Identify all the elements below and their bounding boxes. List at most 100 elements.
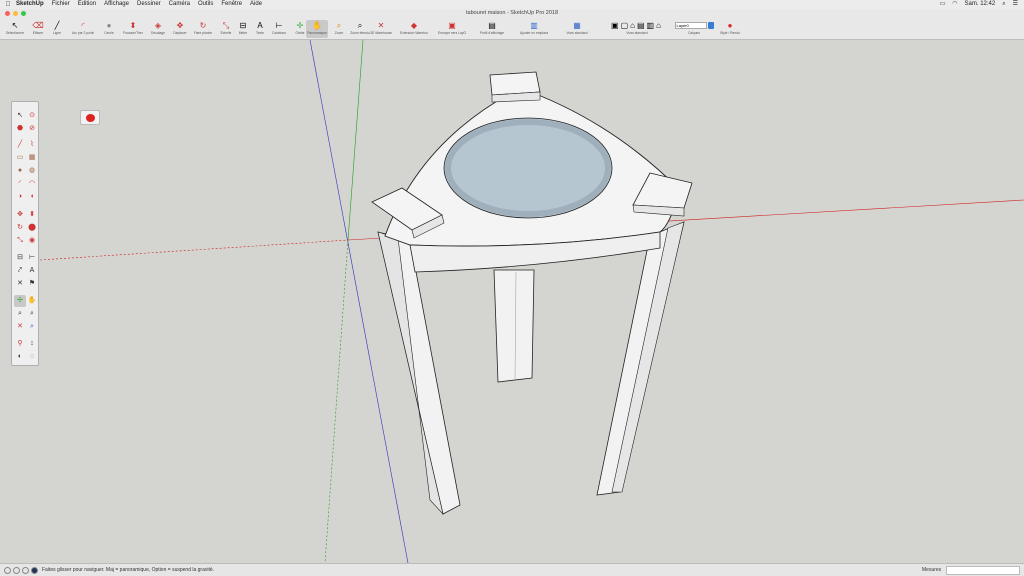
style-icon: ● xyxy=(727,21,733,30)
seat-hole[interactable] xyxy=(443,117,613,219)
geo-location-icon[interactable] xyxy=(4,567,11,574)
three-point-arc-icon[interactable]: ◑ xyxy=(14,191,26,203)
offset-icon[interactable]: ◉ xyxy=(26,235,38,247)
menu-affichage[interactable]: Affichage xyxy=(104,0,129,9)
clock[interactable]: Sam. 12:42 xyxy=(965,0,996,9)
tape-measure-icon[interactable]: ⊟ xyxy=(14,252,26,264)
paint-bucket-icon[interactable]: ⬣ xyxy=(14,123,26,135)
main-toolbar: ↖ Sélectionner ⌫ Effacer ╱ Ligne ◜ Arc par 2… xyxy=(0,19,1024,40)
component-icon[interactable]: ⊙ xyxy=(26,110,38,122)
pan-tool-button[interactable]: ✋ Panoramique xyxy=(306,20,328,38)
position-camera-icon[interactable]: ⚲ xyxy=(14,338,26,350)
warehouse-icon: ◆ xyxy=(410,21,418,30)
rotate-icon[interactable]: ↻ xyxy=(14,222,26,234)
large-tool-set: ↖ ⊙ ⬣ ⊘ ╱ ⌇ ▭ ▦ ● ◍ ◜ ◠ ◑ ◖ ✥ ⬍ ↻ ⬤ ⤡ ◉ … xyxy=(11,101,39,366)
instructor-icon[interactable] xyxy=(31,567,38,574)
3d-warehouse-button[interactable]: ◆Extension Warehouse xyxy=(400,20,428,38)
eraser-icon[interactable]: ⊘ xyxy=(26,123,38,135)
circle-tool-button[interactable]: ● Cercle xyxy=(98,20,120,38)
spotlight-search-icon[interactable]: ⌕ xyxy=(1002,0,1005,9)
style-dot-icon xyxy=(86,114,95,122)
measurements-input[interactable] xyxy=(946,566,1020,575)
zoom-window-icon[interactable]: ⌕ xyxy=(26,308,38,320)
measurements-label: Mesures xyxy=(922,567,942,573)
style-button[interactable]: ● Style / Rendu xyxy=(718,20,742,38)
scale-icon[interactable]: ⤡ xyxy=(14,235,26,247)
send-to-layout-button[interactable]: ▤ Profil d'affichage xyxy=(478,20,506,38)
move-icon[interactable]: ✥ xyxy=(14,209,26,221)
circle-icon[interactable]: ● xyxy=(14,165,26,177)
dimension-icon[interactable]: ⊢ xyxy=(26,252,38,264)
arc-tool-button[interactable]: ◜ Arc par 2 points xyxy=(72,20,94,38)
zoom-icon: ⌕ xyxy=(336,21,342,30)
follow-me-icon[interactable]: ⬤ xyxy=(26,222,38,234)
display-icon[interactable]: ▭ xyxy=(940,0,946,9)
section-plane-icon[interactable]: ◌ xyxy=(26,351,38,363)
apple-menu-icon[interactable]:  xyxy=(0,0,16,9)
menu-fenetre[interactable]: Fenêtre xyxy=(221,0,242,9)
protractor-icon[interactable]: ⤤ xyxy=(14,265,26,277)
select-icon[interactable]: ↖ xyxy=(14,110,26,122)
pan-icon[interactable]: ✋ xyxy=(26,295,38,307)
model-canvas[interactable] xyxy=(0,40,1024,563)
zoom-extents-icon: ✕ xyxy=(377,21,385,30)
rotated-rectangle-icon[interactable]: ▦ xyxy=(26,152,38,164)
profile-icon: ▥ xyxy=(530,21,538,30)
move-tool-button[interactable]: ✥ Déplacer xyxy=(169,20,191,38)
menu-camera[interactable]: Caméra xyxy=(169,0,190,9)
push-pull-tool-button[interactable]: ⬍ Pousser/Tirer xyxy=(122,20,144,38)
two-point-arc-icon[interactable]: ◠ xyxy=(26,178,38,190)
layers-group[interactable]: Layer0 Calques xyxy=(672,20,716,38)
menu-dessiner[interactable]: Dessiner xyxy=(137,0,161,9)
offset-tool-button[interactable]: ◈ Décalage xyxy=(147,20,169,38)
previous-view-icon[interactable]: ⌕ xyxy=(26,321,38,333)
text-icon[interactable]: A xyxy=(26,265,38,277)
green-axis xyxy=(347,40,364,241)
axes-icon[interactable]: ✕ xyxy=(14,278,26,290)
menu-edition[interactable]: Édition xyxy=(78,0,96,9)
menu-aide[interactable]: Aide xyxy=(250,0,262,9)
notification-center-icon[interactable]: ☰ xyxy=(1013,0,1018,9)
display-profile-button[interactable]: ▥Ajouter un emplacement xyxy=(520,20,548,38)
rotate-tool-button[interactable]: ↻ Faire pivoter xyxy=(192,20,214,38)
zoom-extents-icon[interactable]: ✕ xyxy=(14,321,26,333)
select-icon: ↖ xyxy=(11,21,19,30)
layer-select[interactable]: Layer0 xyxy=(674,22,707,29)
look-around-icon[interactable]: ◐ xyxy=(14,351,26,363)
zoom-extents-button[interactable]: ✕ 3D Warehouse xyxy=(370,20,392,38)
line-icon[interactable]: ╱ xyxy=(14,139,26,151)
select-tool-button[interactable]: ↖ Sélectionner xyxy=(4,20,26,38)
pie-icon[interactable]: ◖ xyxy=(26,191,38,203)
menu-fichier[interactable]: Fichier xyxy=(52,0,70,9)
pencil-icon: ╱ xyxy=(54,21,60,30)
walk-icon[interactable]: ↕ xyxy=(26,338,38,350)
blue-axis xyxy=(309,40,409,563)
standard-views-group[interactable]: ▣▢⌂▤▥⌂ Vues standard xyxy=(606,20,668,38)
line-tool-button[interactable]: ╱ Ligne xyxy=(46,20,68,38)
push-pull-icon[interactable]: ⬍ xyxy=(26,209,38,221)
dimension-tool-button[interactable]: ⊢ Cotations xyxy=(268,20,290,38)
wifi-icon[interactable]: ◠ xyxy=(952,0,957,9)
floating-style-tile[interactable] xyxy=(80,110,100,125)
offset-icon: ◈ xyxy=(154,21,162,30)
3d-text-icon[interactable]: ⚑ xyxy=(26,278,38,290)
zoom-icon[interactable]: ⌕ xyxy=(14,308,26,320)
extension-warehouse-button[interactable]: ▣ Envoyer vers LayOut xyxy=(438,20,466,38)
stool-leg-back[interactable] xyxy=(493,269,535,383)
orbit-icon[interactable]: ✢ xyxy=(14,295,26,307)
add-location-button[interactable]: ▦ Vues standard xyxy=(562,20,592,38)
layer-dropdown-icon[interactable] xyxy=(707,22,714,29)
arc-icon[interactable]: ◜ xyxy=(14,178,26,190)
freehand-icon[interactable]: ⌇ xyxy=(26,139,38,151)
zoom-tool-button[interactable]: ⌕ Zoom xyxy=(328,20,350,38)
rectangle-icon[interactable]: ▭ xyxy=(14,152,26,164)
menu-outils[interactable]: Outils xyxy=(198,0,213,9)
magnifier-icon: ⌕ xyxy=(357,21,363,30)
user-icon[interactable] xyxy=(22,567,29,574)
credits-icon[interactable] xyxy=(13,567,20,574)
drawing-viewport[interactable] xyxy=(0,40,1024,563)
polygon-icon[interactable]: ◍ xyxy=(26,165,38,177)
leg-top-back[interactable] xyxy=(489,71,541,96)
zoom-extents-tool-button[interactable]: ⌕ Zoom étendu xyxy=(349,20,371,38)
menu-app-name[interactable]: SketchUp xyxy=(16,0,44,9)
